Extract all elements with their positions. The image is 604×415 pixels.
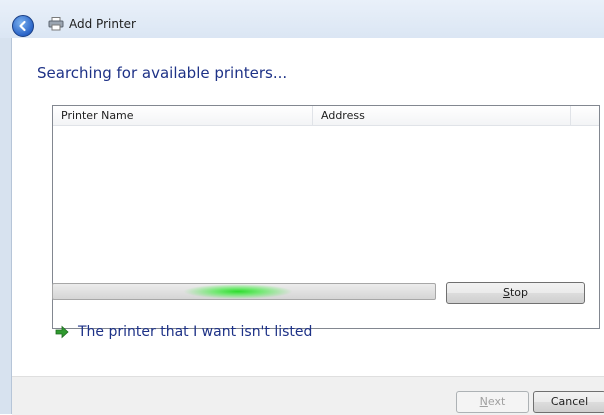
footer-bar: Next Cancel: [12, 376, 604, 415]
stop-button-access-key: S: [502, 286, 510, 299]
next-button-access-key: N: [479, 395, 488, 408]
wizard-content: Searching for available printers... Prin…: [12, 38, 604, 376]
window-title: Add Printer: [69, 17, 136, 31]
search-progress-bar: [52, 283, 436, 300]
stop-button[interactable]: Stop: [446, 282, 585, 304]
stop-button-label-rest: top: [509, 286, 528, 299]
title-bar: Add Printer: [0, 0, 604, 38]
page-heading: Searching for available printers...: [37, 64, 288, 82]
column-header-printer-name[interactable]: Printer Name: [53, 106, 313, 125]
next-button[interactable]: Next: [456, 391, 529, 413]
printer-not-listed-link[interactable]: The printer that I want isn't listed: [54, 324, 312, 340]
cancel-button[interactable]: Cancel: [533, 391, 604, 413]
left-strip: [0, 38, 12, 414]
column-header-address[interactable]: Address: [313, 106, 571, 125]
printer-icon: [48, 17, 64, 31]
progress-glow: [183, 284, 293, 299]
printer-not-listed-label: The printer that I want isn't listed: [78, 324, 313, 340]
back-arrow-icon[interactable]: [12, 15, 34, 37]
next-button-label-rest: ext: [487, 395, 506, 408]
green-arrow-icon: [55, 325, 69, 339]
list-header: Printer Name Address: [53, 106, 599, 126]
